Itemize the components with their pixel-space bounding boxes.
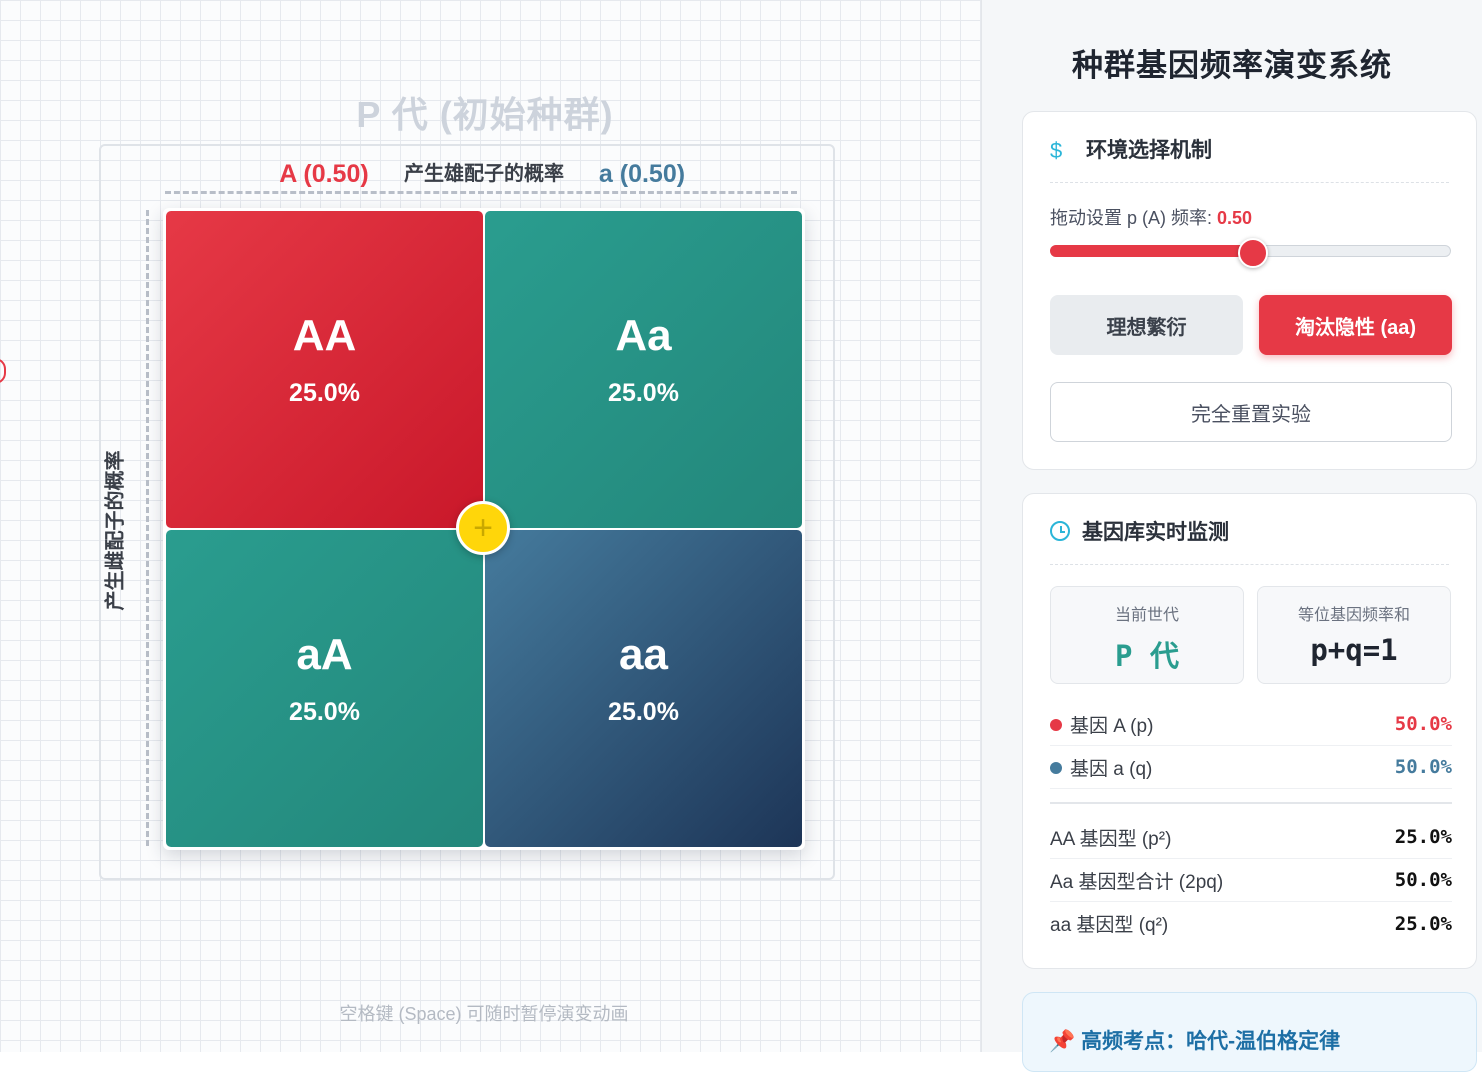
stat-label: 当前世代 (1114, 607, 1179, 624)
selection-card-header: $ 环境选择机制 (1050, 138, 1449, 183)
ideal-reproduction-button[interactable]: 理想繁衍 (1050, 295, 1243, 355)
exam-tip-text: 高频考点：哈代-温伯格定律 (1081, 1030, 1341, 1053)
slider-label: 拖动设置 p (A) 频率: 0.50 (1050, 204, 1252, 230)
allele-row-a: 基因 a (q) 50.0% (1050, 746, 1452, 789)
cell-aA: aA 25.0% (166, 530, 483, 847)
keyboard-hint: 空格键 (Space) 可随时暂停演变动画 (339, 1004, 629, 1024)
male-axis-label: 产生雄配子的概率 (404, 163, 564, 185)
allele-sum-stat: 等位基因频率和 p+q=1 (1257, 586, 1451, 684)
exam-tip-title: 📌 高频考点：哈代-温伯格定律 (1049, 1025, 1340, 1055)
cell-percent: 25.0% (608, 698, 679, 726)
genotype-row-Aa: Aa 基因型合计 (2pq) 50.0% (1050, 859, 1452, 902)
row-label: Aa 基因型合计 (2pq) (1050, 871, 1224, 893)
row-value: 25.0% (1394, 912, 1452, 935)
cell-percent: 25.0% (608, 379, 679, 407)
slider-value: 0.50 (1217, 208, 1253, 228)
stat-value: P 代 (1115, 639, 1179, 673)
monitor-card: 基因库实时监测 当前世代 P 代 等位基因频率和 p+q=1 基因 A (p) … (1022, 493, 1477, 969)
reset-experiment-button[interactable]: 完全重置实验 (1050, 382, 1452, 442)
cell-Aa: Aa 25.0% (485, 211, 802, 528)
cell-percent: 25.0% (289, 698, 360, 726)
row-value: 25.0% (1394, 826, 1452, 848)
app-title: 种群基因频率演变系统 (1072, 48, 1392, 83)
exam-tip-card: 📌 高频考点：哈代-温伯格定律 (1022, 992, 1477, 1072)
allele-a-dot (1050, 762, 1062, 775)
row-value: 50.0% (1394, 869, 1452, 891)
selection-card-title: 环境选择机制 (1086, 139, 1212, 162)
plus-icon[interactable]: + (456, 501, 510, 555)
cell-aa: aa 25.0% (485, 530, 802, 847)
dollar-icon: $ (1050, 138, 1063, 163)
row-label: 基因 A (p) (1070, 715, 1154, 737)
frequency-slider-fill (1050, 245, 1251, 257)
allele-A-label: A (0.50) (279, 160, 369, 188)
male-axis-line (165, 191, 797, 194)
allele-a-label: a (0.50) (598, 160, 686, 188)
frequency-slider-handle[interactable] (1238, 238, 1268, 268)
female-axis-line (146, 210, 149, 846)
monitor-card-header: 基因库实时监测 (1050, 520, 1449, 565)
offscreen-marker (0, 358, 6, 384)
row-label: 基因 a (q) (1070, 758, 1153, 780)
cell-genotype: aA (296, 630, 353, 679)
row-value: 50.0% (1394, 713, 1452, 735)
pin-icon: 📌 (1049, 1030, 1076, 1053)
genotype-row-aa: aa 基因型 (q²) 25.0% (1050, 902, 1452, 945)
cell-genotype: aa (619, 630, 668, 679)
generation-title: P 代 (初始种群) (356, 94, 614, 135)
allele-row-A: 基因 A (p) 50.0% (1050, 703, 1452, 746)
stat-value: p+q=1 (1310, 633, 1398, 667)
cell-AA: AA 25.0% (166, 211, 483, 528)
selection-card: $ 环境选择机制 拖动设置 p (A) 频率: 0.50 理想繁衍 淘汰隐性 (… (1022, 111, 1477, 470)
female-axis-label: 产生雌配子的概率 (104, 450, 127, 611)
current-generation-stat: 当前世代 P 代 (1050, 586, 1244, 684)
slider-label-text: 拖动设置 p (A) 频率: (1050, 208, 1218, 228)
allele-A-dot (1050, 719, 1062, 732)
eliminate-recessive-button[interactable]: 淘汰隐性 (aa) (1259, 295, 1452, 355)
cell-genotype: AA (292, 311, 357, 360)
simulation-stage: P 代 (初始种群) A (0.50) 产生雄配子的概率 a (0.50) 产生… (0, 0, 981, 1052)
divider (1050, 802, 1452, 804)
monitor-card-title: 基因库实时监测 (1082, 521, 1229, 544)
control-panel: 种群基因频率演变系统 $ 环境选择机制 拖动设置 p (A) 频率: 0.50 … (981, 0, 1482, 1072)
stat-label: 等位基因频率和 (1297, 607, 1410, 624)
cell-percent: 25.0% (289, 379, 360, 407)
genotype-row-AA: AA 基因型 (p²) 25.0% (1050, 816, 1452, 859)
row-label: AA 基因型 (p²) (1050, 828, 1172, 850)
cell-genotype: Aa (615, 311, 672, 360)
row-value: 50.0% (1394, 756, 1452, 778)
clock-icon (1050, 521, 1070, 541)
row-label: aa 基因型 (q²) (1050, 915, 1169, 936)
